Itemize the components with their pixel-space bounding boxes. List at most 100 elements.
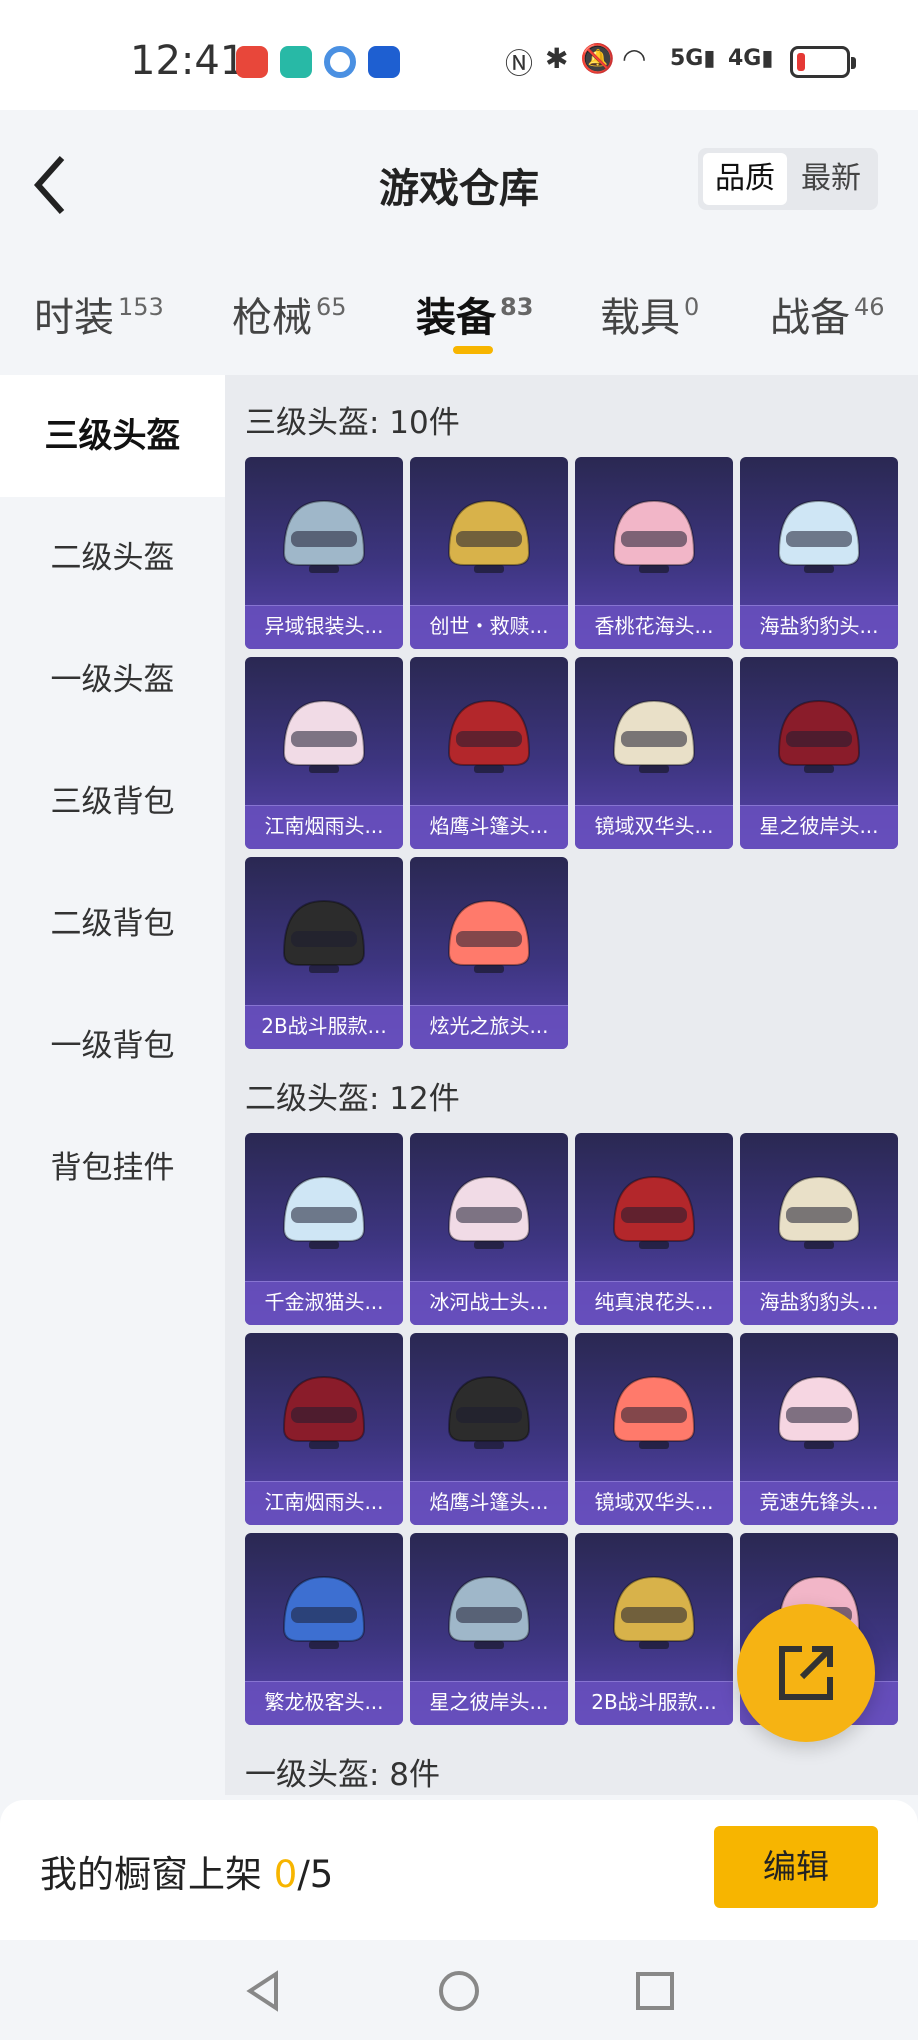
wifi-icon: ◠ [622, 42, 647, 75]
tab-fashion[interactable]: 时装 153 [34, 285, 164, 343]
item-grid: 三级头盔: 10件 异域银装头... 创世・救赎... 香桃花海头... 海盐豹豹头.… [225, 375, 918, 1795]
item-name: 纯真浪花头... [594, 1290, 714, 1314]
tab-count: 83 [500, 293, 534, 321]
helmet-image [447, 499, 531, 573]
item-name: 炫光之旅头... [429, 1014, 549, 1038]
category-sidebar: 三级头盔 二级头盔 一级头盔 三级背包 二级背包 一级背包 背包挂件 [0, 375, 225, 1795]
tab-label: 战备 [770, 295, 850, 341]
item-name: 海盐豹豹头... [759, 1290, 879, 1314]
tab-count: 0 [684, 293, 700, 321]
helmet-image [282, 699, 366, 773]
item-card[interactable]: 2B战斗服款... [245, 857, 403, 1049]
section-title: 二级头盔: 12件 [245, 1081, 460, 1117]
item-card[interactable]: 炫光之旅头... [410, 857, 568, 1049]
item-card[interactable]: 冰河战士头... [410, 1133, 568, 1325]
tab-supplies[interactable]: 战备 46 [770, 285, 885, 343]
item-card[interactable]: 香桃花海头... [575, 457, 733, 649]
item-card[interactable]: 异域银装头... [245, 457, 403, 649]
helmet-image [282, 1575, 366, 1649]
system-nav-bar [0, 1940, 918, 2040]
status-time: 12:41 [130, 38, 246, 84]
sidebar-item-level3-backpack[interactable]: 三级背包 [0, 741, 225, 863]
item-card[interactable]: 竞速先锋头... [740, 1333, 898, 1525]
tab-count: 65 [316, 293, 347, 321]
signal-4g-icon: 4G▮ [728, 46, 774, 71]
helmet-image [447, 699, 531, 773]
sidebar-item-level1-helmet[interactable]: 一级头盔 [0, 619, 225, 741]
item-card[interactable]: 海盐豹豹头... [740, 1133, 898, 1325]
nav-back-icon[interactable] [240, 1968, 286, 2014]
signal-5g-icon: 5G▮ [670, 46, 716, 71]
helmet-image [612, 1375, 696, 1449]
item-name: 江南烟雨头... [264, 1490, 384, 1514]
helmet-image [777, 499, 861, 573]
item-name: 焰鹰斗篷头... [429, 814, 549, 838]
item-name: 海盐豹豹头... [759, 614, 879, 638]
item-card[interactable]: 创世・救赎... [410, 457, 568, 649]
sidebar-item-level1-backpack[interactable]: 一级背包 [0, 985, 225, 1107]
helmet-image [612, 699, 696, 773]
item-name: 千金淑猫头... [264, 1290, 384, 1314]
bluetooth-icon: ✱ [545, 42, 569, 75]
mute-icon: 🔕 [580, 42, 615, 75]
share-icon [779, 1646, 833, 1700]
item-name: 星之彼岸头... [429, 1690, 549, 1714]
browser-app-icon [324, 46, 356, 78]
page-header: 游戏仓库 品质 最新 时装 153 枪械 65 装备 83 载具 0 战备 46 [0, 110, 918, 360]
tab-label: 装备 [416, 295, 496, 341]
item-name: 异域银装头... [264, 614, 384, 638]
item-card[interactable]: 纯真浪花头... [575, 1133, 733, 1325]
tab-vehicles[interactable]: 载具 0 [600, 285, 699, 343]
helmet-image [612, 499, 696, 573]
item-card[interactable]: 江南烟雨头... [245, 1333, 403, 1525]
section-title: 三级头盔: 10件 [245, 405, 460, 441]
item-card[interactable]: 星之彼岸头... [410, 1533, 568, 1725]
item-name: 繁龙极客头... [264, 1690, 384, 1714]
item-name: 竞速先锋头... [759, 1490, 879, 1514]
shelf-bar: 我的橱窗上架 0/5 编辑 [0, 1800, 918, 1940]
item-card[interactable]: 星之彼岸头... [740, 657, 898, 849]
item-card[interactable]: 繁龙极客头... [245, 1533, 403, 1725]
item-card[interactable]: 江南烟雨头... [245, 657, 403, 849]
nav-recents-icon[interactable] [632, 1968, 678, 2014]
tab-label: 时装 [34, 295, 114, 341]
item-card[interactable]: 焰鹰斗篷头... [410, 1333, 568, 1525]
sidebar-item-backpack-charm[interactable]: 背包挂件 [0, 1107, 225, 1229]
helmet-image [447, 1375, 531, 1449]
item-card[interactable]: 千金淑猫头... [245, 1133, 403, 1325]
helmet-image [447, 1575, 531, 1649]
sidebar-item-level3-helmet[interactable]: 三级头盔 [0, 375, 225, 497]
helmet-image [282, 899, 366, 973]
nav-home-icon[interactable] [436, 1968, 482, 2014]
tab-equipment[interactable]: 装备 83 [416, 285, 533, 343]
sort-newest[interactable]: 最新 [789, 153, 873, 205]
helmet-image [777, 699, 861, 773]
helmet-image [777, 1375, 861, 1449]
bulb-app-icon [368, 46, 400, 78]
shield-app-icon [280, 46, 312, 78]
tab-count: 153 [118, 293, 164, 321]
helmet-image [447, 899, 531, 973]
item-card[interactable]: 2B战斗服款... [575, 1533, 733, 1725]
helmet-image [447, 1175, 531, 1249]
battery-icon [790, 46, 856, 78]
sidebar-item-level2-helmet[interactable]: 二级头盔 [0, 497, 225, 619]
sidebar-item-level2-backpack[interactable]: 二级背包 [0, 863, 225, 985]
share-button[interactable] [737, 1604, 875, 1742]
item-card[interactable]: 海盐豹豹头... [740, 457, 898, 649]
item-name: 创世・救赎... [429, 614, 549, 638]
shelf-count: 0 [273, 1853, 298, 1896]
tab-label: 载具 [600, 295, 680, 341]
item-card[interactable]: 镜域双华头... [575, 1333, 733, 1525]
item-card[interactable]: 焰鹰斗篷头... [410, 657, 568, 849]
item-name: 2B战斗服款... [591, 1690, 717, 1714]
item-card[interactable]: 镜域双华头... [575, 657, 733, 849]
helmet-image [777, 1175, 861, 1249]
item-name: 镜域双华头... [594, 814, 714, 838]
shelf-total: /5 [297, 1853, 334, 1896]
status-bar: 12:41 Ⓝ ✱ 🔕 ◠ 5G▮ 4G▮ [0, 0, 918, 110]
edit-button[interactable]: 编辑 [714, 1826, 878, 1908]
sort-quality[interactable]: 品质 [703, 153, 787, 205]
tab-firearms[interactable]: 枪械 65 [232, 285, 347, 343]
item-name: 2B战斗服款... [261, 1014, 387, 1038]
